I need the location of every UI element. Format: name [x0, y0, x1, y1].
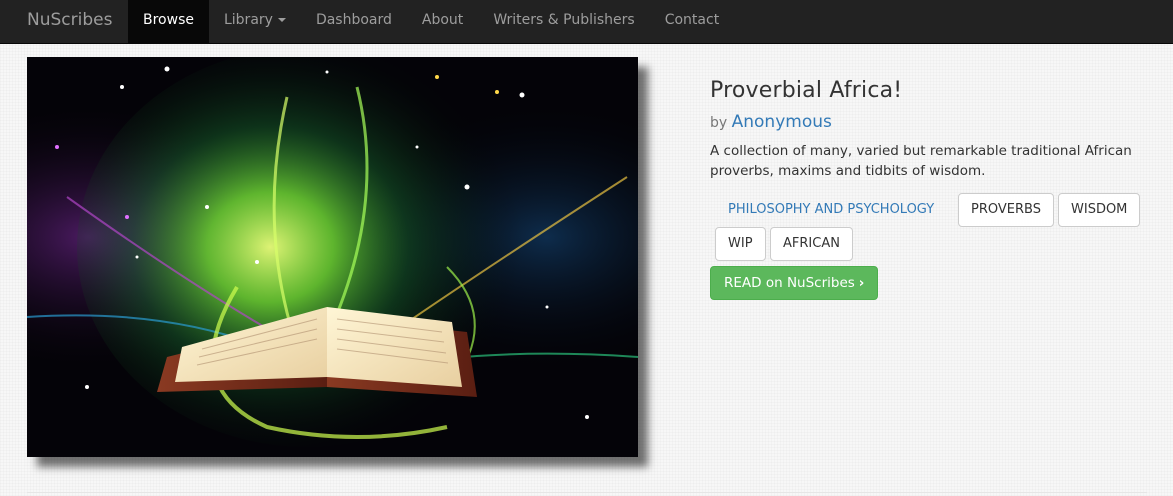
- divider: [27, 492, 1147, 493]
- book-description: A collection of many, varied but remarka…: [710, 143, 1132, 179]
- nav-item-label: Writers & Publishers: [493, 12, 635, 28]
- caret-down-icon: [277, 18, 286, 22]
- nav-item-contact[interactable]: Contact: [650, 0, 734, 43]
- tag-wisdom[interactable]: WISDOM: [1058, 193, 1141, 227]
- read-on-nuscribes-button[interactable]: READ on NuScribes ›: [710, 266, 879, 300]
- nav-item-dashboard[interactable]: Dashboard: [301, 0, 407, 43]
- nav-item-label: Dashboard: [315, 12, 392, 28]
- book-details: Proverbial Africa! by Anonymous A collec…: [710, 76, 1150, 181]
- tag-wip[interactable]: WIP: [715, 227, 766, 261]
- byline: by Anonymous: [710, 110, 1150, 135]
- by-label: by: [710, 115, 728, 131]
- author-link[interactable]: Anonymous: [732, 112, 832, 132]
- category-link[interactable]: PHILOSOPHY AND PSYCHOLOGY: [715, 193, 947, 227]
- nav-menu: Browse Library Dashboard About Writers &…: [128, 0, 734, 44]
- nav-item-library[interactable]: Library: [209, 0, 301, 43]
- nav-item-label: About: [421, 12, 464, 28]
- brand-link[interactable]: NuScribes: [27, 0, 112, 44]
- top-navbar: NuScribes Browse Library Dashboard About…: [0, 0, 1173, 44]
- magic-book-illustration: [27, 57, 638, 457]
- nav-item-browse[interactable]: Browse: [128, 0, 209, 43]
- book-title: Proverbial Africa!: [710, 78, 903, 103]
- nav-item-label: Contact: [664, 12, 720, 28]
- read-button-label: READ on NuScribes: [724, 275, 855, 291]
- tag-proverbs[interactable]: PROVERBS: [958, 193, 1054, 227]
- tag-list: PHILOSOPHY AND PSYCHOLOGY PROVERBS WISDO…: [705, 193, 1155, 263]
- nav-item-label: Browse: [143, 12, 194, 28]
- nav-item-label: Library: [223, 12, 273, 28]
- nav-item-writers-publishers[interactable]: Writers & Publishers: [478, 0, 649, 43]
- book-cover-image[interactable]: [27, 57, 638, 457]
- tag-african[interactable]: AFRICAN: [770, 227, 853, 261]
- nav-item-about[interactable]: About: [407, 0, 478, 43]
- chevron-right-icon: ›: [858, 275, 865, 291]
